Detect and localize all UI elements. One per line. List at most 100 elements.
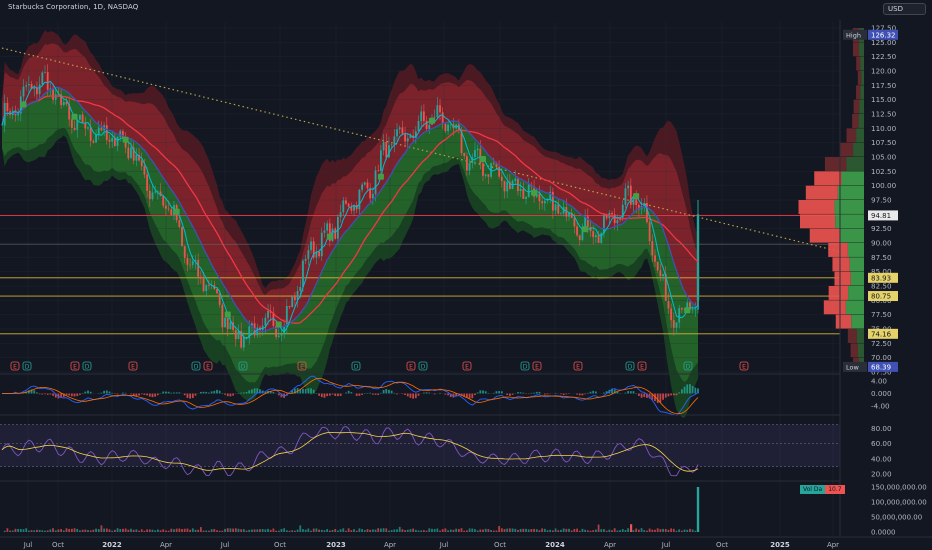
volume-bar bbox=[686, 529, 689, 532]
candle-body bbox=[242, 337, 245, 348]
candle-body bbox=[603, 214, 605, 234]
volume-bar bbox=[675, 530, 678, 532]
profile-bar bbox=[850, 343, 864, 358]
macd-hist-bar bbox=[124, 392, 127, 394]
profile-bar bbox=[823, 300, 864, 315]
volume-bar bbox=[124, 528, 127, 532]
event-label: E bbox=[465, 364, 469, 371]
volume-bar bbox=[514, 528, 517, 532]
volume-bar bbox=[326, 529, 329, 532]
volume-bar bbox=[422, 530, 425, 532]
volume-bar bbox=[672, 528, 675, 532]
time-tick-label: Jul bbox=[220, 541, 230, 549]
candle-body bbox=[476, 148, 479, 151]
volume-bar bbox=[199, 527, 202, 532]
candle-body bbox=[396, 129, 398, 137]
macd-hist-bar bbox=[479, 390, 482, 394]
macd-hist-bar bbox=[683, 386, 686, 394]
macd-tick-label: 4.00 bbox=[871, 377, 887, 386]
volume-bar bbox=[396, 529, 398, 532]
volume-bar bbox=[511, 528, 514, 532]
profile-bar-up bbox=[856, 128, 864, 143]
macd-hist-bar bbox=[474, 393, 476, 396]
candle-body bbox=[267, 310, 269, 318]
candle-body bbox=[654, 255, 656, 262]
event-label: D bbox=[523, 364, 528, 371]
macd-hist-bar bbox=[312, 389, 315, 394]
volume-bar bbox=[296, 529, 299, 532]
macd-hist-bar bbox=[390, 390, 393, 394]
candle-body bbox=[140, 160, 143, 167]
candle-body bbox=[285, 306, 288, 327]
profile-bar-down bbox=[853, 42, 860, 57]
macd-hist-bar bbox=[138, 393, 140, 396]
price-chart[interactable]: EDEDEDEDEDEDEDEEDEDE 127.50125.00122.501… bbox=[0, 0, 932, 550]
candle-body bbox=[651, 241, 654, 256]
candle-body bbox=[382, 141, 385, 151]
profile-bar bbox=[847, 329, 864, 343]
candle-body bbox=[62, 101, 65, 105]
profile-bar-up bbox=[851, 314, 864, 329]
volume-bar bbox=[538, 530, 541, 532]
volume-bar bbox=[79, 530, 81, 532]
signal-marker bbox=[684, 307, 691, 314]
macd-hist-bar bbox=[576, 393, 578, 395]
candle-body bbox=[27, 83, 30, 86]
macd-hist-bar bbox=[146, 393, 149, 396]
currency-button[interactable]: USD bbox=[883, 3, 926, 15]
profile-bar bbox=[832, 257, 864, 272]
volume-bar bbox=[19, 528, 22, 532]
candle-body bbox=[226, 317, 229, 330]
price-tick-label: 90.00 bbox=[871, 239, 892, 248]
candle-body bbox=[613, 214, 616, 224]
macd-hist-bar bbox=[637, 393, 640, 396]
candle-body bbox=[680, 308, 683, 310]
candle-body bbox=[560, 213, 562, 215]
profile-bar-up bbox=[849, 257, 864, 272]
candle-body bbox=[522, 188, 525, 199]
candle-body bbox=[339, 212, 342, 217]
candle-body bbox=[154, 191, 157, 193]
macd-hist-bar bbox=[369, 392, 372, 394]
volume-bar bbox=[680, 530, 683, 532]
candle-body bbox=[202, 278, 205, 292]
candle-body bbox=[492, 163, 495, 164]
candle-body bbox=[81, 114, 84, 123]
macd-hist-bar bbox=[530, 392, 533, 394]
candle-body bbox=[116, 136, 119, 146]
event-label: E bbox=[206, 364, 210, 371]
volume-bar bbox=[14, 528, 17, 532]
macd-hist-bar bbox=[627, 391, 630, 394]
volume-bar bbox=[530, 529, 533, 532]
profile-bar bbox=[852, 114, 864, 128]
volume-bar bbox=[476, 530, 479, 532]
volume-bar bbox=[285, 530, 288, 532]
profile-bar-down bbox=[834, 271, 851, 286]
volume-bar bbox=[315, 528, 318, 532]
candle-body bbox=[422, 111, 425, 121]
macd-tick-label: 0.000 bbox=[871, 389, 892, 398]
macd-hist-bar bbox=[592, 390, 595, 394]
volume-bar bbox=[508, 528, 511, 532]
volume-bar bbox=[68, 528, 71, 532]
volume-bar bbox=[589, 530, 592, 532]
volume-bar bbox=[81, 529, 84, 532]
time-tick-label: 2024 bbox=[545, 541, 565, 549]
volume-bar bbox=[471, 528, 474, 532]
macd-line bbox=[2, 375, 699, 416]
macd-hist-bar bbox=[414, 393, 417, 399]
volume-bar bbox=[213, 528, 216, 532]
candle-body bbox=[181, 226, 183, 247]
macd-hist-bar bbox=[560, 393, 562, 395]
macd-hist-bar bbox=[87, 390, 89, 394]
candle-body bbox=[366, 182, 369, 189]
price-tag-high: High 126.32 bbox=[843, 29, 898, 40]
candle-body-last bbox=[696, 214, 700, 301]
macd-hist-bar bbox=[108, 391, 111, 394]
macd-hist-bar bbox=[205, 391, 208, 394]
macd-hist-bar bbox=[315, 392, 318, 394]
profile-bar-down bbox=[799, 214, 836, 229]
volume-bar bbox=[355, 530, 358, 532]
macd-hist-bar bbox=[52, 393, 54, 396]
time-tick-label: Oct bbox=[494, 541, 506, 549]
